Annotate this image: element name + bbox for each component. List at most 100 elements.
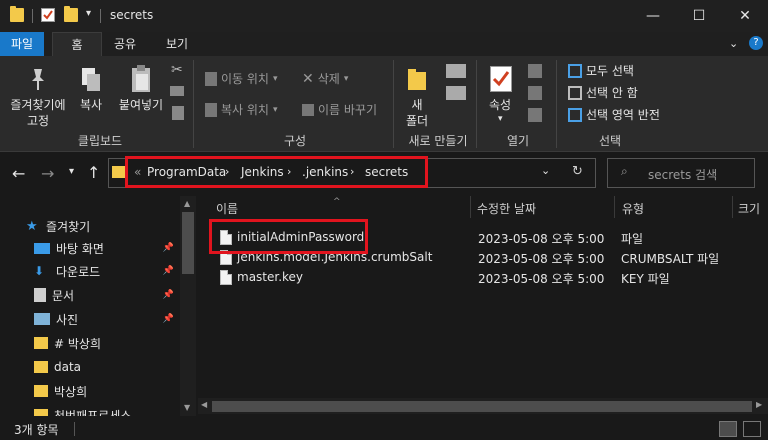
- expand-ribbon-icon[interactable]: ⌄: [729, 37, 738, 50]
- document-icon: [34, 288, 46, 302]
- invert-selection-label: 선택 영역 반전: [586, 108, 660, 122]
- paste-button[interactable]: 붙여넣기: [114, 97, 168, 113]
- paste-icon: [130, 64, 152, 94]
- nav-item[interactable]: ⬇ 다운로드 📌: [0, 259, 178, 283]
- customize-quick-access-icon[interactable]: ▾: [86, 8, 91, 19]
- column-size[interactable]: 크기: [738, 196, 760, 222]
- column-divider: [614, 196, 615, 218]
- status-bar: [0, 416, 768, 440]
- download-icon: ⬇: [34, 264, 45, 278]
- file-row[interactable]: master.key 2023-05-08 오후 5:00 KEY 파일: [200, 268, 760, 288]
- nav-scrollbar-thumb[interactable]: [182, 212, 194, 274]
- new-item-icon[interactable]: [446, 64, 466, 78]
- properties-quick-icon[interactable]: [41, 8, 55, 22]
- content-hscrollbar-thumb[interactable]: [212, 401, 752, 412]
- tab-view[interactable]: 보기: [160, 32, 194, 56]
- nav-item[interactable]: 바탕 화면 📌: [0, 236, 178, 260]
- move-to-label: 이동 위치: [221, 72, 269, 86]
- copy-icon: [80, 66, 102, 94]
- forward-icon[interactable]: →: [41, 164, 54, 183]
- help-icon[interactable]: ?: [749, 36, 763, 50]
- column-modified[interactable]: 수정한 날짜: [477, 196, 536, 222]
- pin-to-quick-access-button[interactable]: 즐겨찾기에 고정: [4, 97, 72, 129]
- select-none-icon: [568, 85, 582, 100]
- refresh-icon[interactable]: ↻: [572, 164, 583, 179]
- nav-item-label: 바탕 화면: [56, 241, 104, 256]
- nav-item-label: 즐겨찾기: [46, 219, 91, 234]
- back-icon[interactable]: ←: [12, 164, 25, 183]
- minimize-button[interactable]: —: [630, 0, 676, 32]
- recent-locations-icon[interactable]: ▾: [69, 166, 74, 177]
- column-type[interactable]: 유형: [622, 196, 644, 222]
- scroll-up-icon[interactable]: ▲: [184, 199, 190, 208]
- maximize-button[interactable]: ☐: [676, 0, 722, 32]
- new-folder-quick-icon[interactable]: [64, 6, 78, 22]
- scroll-left-icon[interactable]: ◀: [201, 400, 207, 409]
- file-modified: 2023-05-08 오후 5:00: [478, 252, 605, 266]
- copy-path-icon[interactable]: [170, 86, 184, 96]
- address-folder-icon: [112, 166, 126, 178]
- rename-icon: [302, 103, 314, 116]
- open-icon[interactable]: [528, 64, 542, 78]
- nav-item-label: 박상희: [54, 384, 88, 399]
- divider: [32, 9, 33, 23]
- nav-item[interactable]: data: [0, 355, 178, 379]
- select-all-icon: [568, 63, 582, 78]
- invert-selection-button[interactable]: 선택 영역 반전: [568, 106, 660, 123]
- scroll-right-icon[interactable]: ▶: [756, 400, 762, 409]
- nav-item[interactable]: 문서 📌: [0, 283, 178, 307]
- group-divider: [476, 60, 477, 148]
- tab-home[interactable]: 홈: [52, 32, 102, 56]
- nav-item[interactable]: ★ 즐겨찾기: [0, 214, 178, 238]
- select-group-label: 선택: [598, 134, 622, 148]
- properties-button[interactable]: 속성: [482, 97, 518, 113]
- pin-icon: [26, 66, 50, 92]
- scroll-down-icon[interactable]: ▼: [184, 403, 190, 412]
- large-icons-view-icon[interactable]: [743, 421, 761, 437]
- select-none-button[interactable]: 선택 안 함: [568, 84, 638, 101]
- rename-label: 이름 바꾸기: [318, 103, 378, 117]
- close-button[interactable]: ✕: [722, 0, 768, 32]
- properties-dropdown-icon[interactable]: ▾: [498, 114, 503, 124]
- picture-icon: [34, 313, 50, 325]
- move-to-button[interactable]: 이동 위치 ▾: [205, 70, 278, 87]
- highlight-box: [209, 219, 368, 254]
- column-divider: [732, 196, 733, 218]
- delete-button[interactable]: ✕ 삭제 ▾: [302, 70, 348, 87]
- delete-icon: ✕: [302, 70, 314, 87]
- divider: [100, 9, 101, 23]
- new-folder-button[interactable]: 새 폴더: [397, 97, 437, 129]
- address-history-icon[interactable]: ⌄: [541, 164, 550, 177]
- details-view-icon[interactable]: [719, 421, 737, 437]
- nav-item[interactable]: 사진 📌: [0, 307, 178, 331]
- copy-to-button[interactable]: 복사 위치 ▾: [205, 101, 278, 118]
- properties-icon: [490, 66, 512, 92]
- up-icon[interactable]: ↑: [87, 163, 100, 182]
- search-input[interactable]: secrets 검색: [648, 166, 717, 183]
- easy-access-icon[interactable]: [446, 86, 466, 100]
- star-icon: ★: [26, 219, 38, 234]
- open-group-label: 열기: [506, 134, 530, 148]
- nav-item[interactable]: 박상희: [0, 379, 178, 403]
- highlight-box: [125, 156, 428, 188]
- paste-shortcut-icon[interactable]: [172, 106, 184, 120]
- nav-item-label: 다운로드: [56, 264, 101, 279]
- rename-button[interactable]: 이름 바꾸기: [302, 101, 377, 118]
- folder-icon: [10, 6, 24, 22]
- copy-button[interactable]: 복사: [76, 97, 106, 113]
- cut-icon[interactable]: ✂: [171, 62, 183, 78]
- divider: [74, 422, 75, 436]
- history-icon[interactable]: [528, 108, 542, 122]
- tab-file[interactable]: 파일: [0, 32, 44, 56]
- file-modified: 2023-05-08 오후 5:00: [478, 272, 605, 286]
- edit-icon[interactable]: [528, 86, 542, 100]
- nav-item-label: # 박상희: [54, 336, 101, 351]
- select-all-button[interactable]: 모두 선택: [568, 62, 634, 79]
- folder-icon: [34, 361, 48, 373]
- file-type: 파일: [621, 232, 644, 246]
- clipboard-group-label: 클립보드: [77, 134, 123, 148]
- tab-share[interactable]: 공유: [108, 32, 142, 56]
- nav-item[interactable]: # 박상희: [0, 331, 178, 355]
- folder-icon: [34, 385, 48, 397]
- pinned-icon: 📌: [162, 243, 174, 253]
